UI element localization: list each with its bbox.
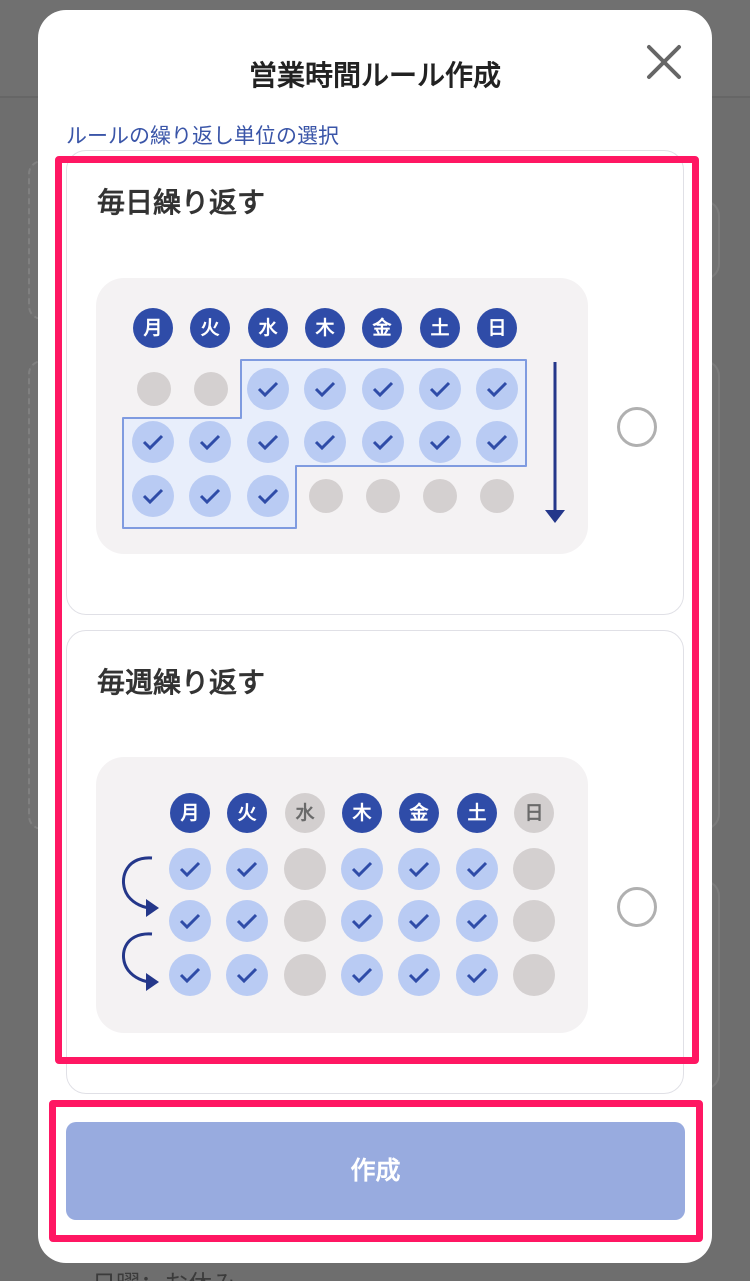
check-icon bbox=[351, 861, 373, 878]
slot-checked bbox=[476, 421, 518, 463]
slot-empty bbox=[480, 479, 514, 513]
day-label: 水 bbox=[285, 793, 325, 833]
check-icon bbox=[314, 381, 336, 398]
slot-checked bbox=[456, 848, 498, 890]
slot-checked bbox=[398, 848, 440, 890]
slot-checked bbox=[398, 900, 440, 942]
slot-checked bbox=[362, 421, 404, 463]
arrow-down-icon bbox=[545, 510, 565, 523]
check-icon bbox=[257, 381, 279, 398]
modal-title: 営業時間ルール作成 bbox=[248, 59, 501, 92]
day-label: 火 bbox=[227, 793, 267, 833]
day-label: 金 bbox=[399, 793, 439, 833]
slot-checked bbox=[456, 954, 498, 996]
slot-checked bbox=[456, 900, 498, 942]
check-icon bbox=[372, 434, 394, 451]
check-icon bbox=[236, 967, 258, 984]
slot-checked bbox=[341, 848, 383, 890]
slot-checked bbox=[247, 368, 289, 410]
slot-checked bbox=[419, 368, 461, 410]
check-icon bbox=[142, 488, 164, 505]
check-icon bbox=[199, 434, 221, 451]
slot-empty bbox=[513, 848, 555, 890]
check-icon bbox=[486, 381, 508, 398]
slot-checked bbox=[362, 368, 404, 410]
slot-checked bbox=[132, 421, 174, 463]
check-icon bbox=[314, 434, 336, 451]
check-icon bbox=[486, 434, 508, 451]
check-icon bbox=[466, 861, 488, 878]
slot-checked bbox=[247, 421, 289, 463]
slot-checked bbox=[132, 475, 174, 517]
slot-checked bbox=[247, 475, 289, 517]
check-icon bbox=[408, 913, 430, 930]
day-label: 木 bbox=[342, 793, 382, 833]
check-icon bbox=[429, 434, 451, 451]
check-icon bbox=[408, 967, 430, 984]
slot-checked bbox=[169, 954, 211, 996]
slot-empty bbox=[513, 900, 555, 942]
slot-checked bbox=[341, 954, 383, 996]
check-icon bbox=[179, 967, 201, 984]
check-icon bbox=[199, 488, 221, 505]
slot-empty bbox=[366, 479, 400, 513]
check-icon bbox=[236, 913, 258, 930]
check-icon bbox=[142, 434, 164, 451]
section-label: ルールの繰り返し単位の選択 bbox=[66, 124, 339, 148]
slot-empty bbox=[513, 954, 555, 996]
check-icon bbox=[236, 861, 258, 878]
option-weekly-card[interactable]: 毎週繰り返す 月 火 水 木 金 土 日 bbox=[66, 630, 684, 1094]
repeat-arrow-icon bbox=[122, 856, 159, 991]
slot-checked bbox=[226, 848, 268, 890]
check-icon bbox=[351, 967, 373, 984]
slot-checked bbox=[476, 368, 518, 410]
slot-empty bbox=[284, 848, 326, 890]
check-icon bbox=[257, 434, 279, 451]
day-label: 日 bbox=[514, 793, 554, 833]
background-text: 日曜：お休み bbox=[92, 1264, 236, 1281]
slot-checked bbox=[226, 954, 268, 996]
slot-empty bbox=[137, 372, 171, 406]
day-label: 土 bbox=[457, 793, 497, 833]
slot-checked bbox=[398, 954, 440, 996]
check-icon bbox=[179, 913, 201, 930]
create-button[interactable]: 作成 bbox=[66, 1122, 685, 1220]
check-icon bbox=[257, 488, 279, 505]
slot-empty bbox=[284, 954, 326, 996]
slot-checked bbox=[189, 475, 231, 517]
option-daily-title: 毎日繰り返す bbox=[97, 186, 266, 219]
slot-checked bbox=[169, 848, 211, 890]
slot-checked bbox=[189, 421, 231, 463]
slot-empty bbox=[309, 479, 343, 513]
slot-empty bbox=[194, 372, 228, 406]
selection-range-outline bbox=[122, 359, 565, 529]
check-icon bbox=[372, 381, 394, 398]
create-rule-modal: 営業時間ルール作成 ルールの繰り返し単位の選択 毎日繰り返す 月 火 水 木 金… bbox=[38, 10, 712, 1263]
close-button[interactable] bbox=[644, 42, 684, 82]
check-icon bbox=[466, 967, 488, 984]
check-icon bbox=[351, 913, 373, 930]
option-daily-radio[interactable] bbox=[617, 407, 657, 447]
slot-empty bbox=[284, 900, 326, 942]
option-weekly-radio[interactable] bbox=[617, 887, 657, 927]
slot-empty bbox=[423, 479, 457, 513]
close-icon bbox=[647, 45, 681, 79]
slot-checked bbox=[419, 421, 461, 463]
weekly-illustration: 月 火 水 木 金 土 日 bbox=[96, 757, 588, 1033]
slot-checked bbox=[341, 900, 383, 942]
option-weekly-title: 毎週繰り返す bbox=[97, 666, 266, 699]
option-daily-card[interactable]: 毎日繰り返す 月 火 水 木 金 土 日 bbox=[66, 150, 684, 615]
check-icon bbox=[466, 913, 488, 930]
slot-checked bbox=[304, 368, 346, 410]
slot-checked bbox=[304, 421, 346, 463]
check-icon bbox=[179, 861, 201, 878]
check-icon bbox=[429, 381, 451, 398]
day-label: 月 bbox=[170, 793, 210, 833]
slot-checked bbox=[226, 900, 268, 942]
check-icon bbox=[408, 861, 430, 878]
daily-illustration: 月 火 水 木 金 土 日 bbox=[96, 278, 588, 554]
slot-checked bbox=[169, 900, 211, 942]
